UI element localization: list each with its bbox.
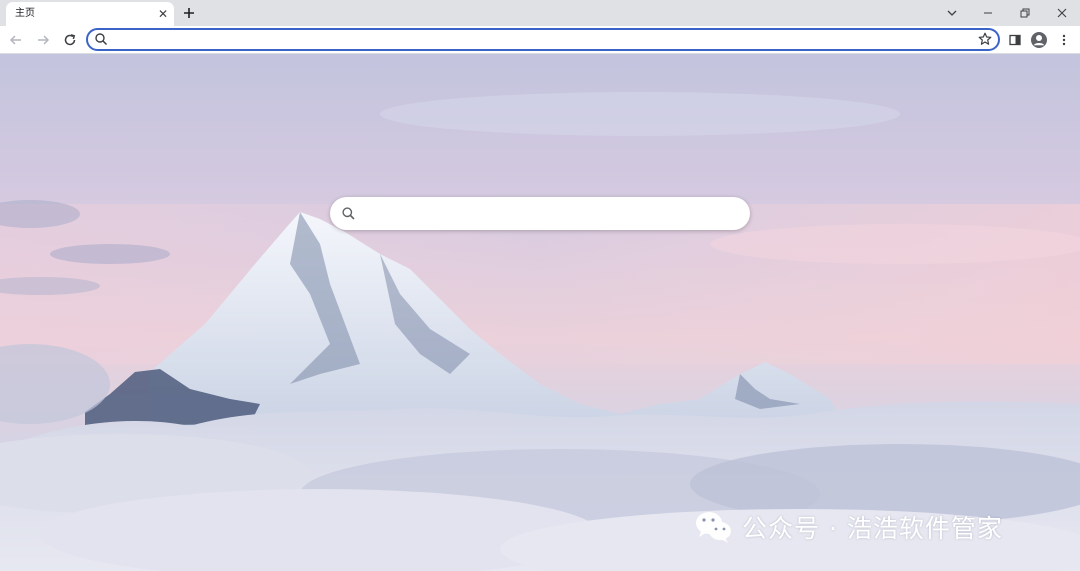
side-panel-button[interactable] [1005, 30, 1025, 50]
kebab-menu-icon [1062, 34, 1066, 46]
back-button[interactable] [6, 30, 26, 50]
ntp-search-input[interactable] [362, 203, 732, 223]
new-tab-page: 公众号 · 浩浩软件管家 [0, 54, 1080, 571]
browser-window: 主页 ✕ 公众号 · 浩浩软件管家 [0, 0, 1080, 571]
star-icon [978, 32, 992, 45]
plus-icon [184, 8, 194, 18]
reload-icon [64, 34, 76, 46]
minimize-button[interactable] [978, 3, 998, 23]
forward-button[interactable] [33, 30, 53, 50]
reload-button[interactable] [60, 30, 80, 50]
tab-strip: 主页 ✕ [0, 0, 1080, 26]
search-icon [95, 33, 108, 46]
forward-arrow-icon [38, 35, 50, 45]
close-window-button[interactable] [1052, 3, 1072, 23]
tab-search-button[interactable] [942, 3, 962, 23]
watermark: 公众号 · 浩浩软件管家 [694, 509, 1003, 545]
restore-icon [1020, 8, 1030, 18]
wechat-logo-icon [696, 512, 731, 543]
tab-close-icon[interactable]: ✕ [156, 7, 170, 21]
chevron-down-icon [947, 10, 957, 16]
profile-button[interactable] [1029, 30, 1049, 50]
close-icon [1057, 8, 1067, 18]
bookmark-button[interactable] [977, 31, 993, 47]
address-bar[interactable] [86, 28, 1000, 51]
profile-avatar-icon [1031, 32, 1047, 48]
toolbar [0, 26, 1080, 54]
ntp-search-box[interactable] [330, 197, 750, 230]
new-tab-button[interactable] [180, 4, 198, 22]
minimize-icon [984, 12, 992, 14]
tab-title: 主页 [15, 8, 35, 19]
restore-button[interactable] [1015, 3, 1035, 23]
mountain-background-image [0, 54, 1080, 571]
back-arrow-icon [9, 35, 21, 45]
search-icon [342, 207, 355, 220]
watermark-text: 公众号 · 浩浩软件管家 [742, 514, 1003, 543]
tab-home[interactable]: 主页 ✕ [6, 2, 174, 26]
menu-button[interactable] [1054, 30, 1074, 50]
side-panel-icon [1009, 34, 1021, 46]
address-input[interactable] [112, 31, 972, 47]
